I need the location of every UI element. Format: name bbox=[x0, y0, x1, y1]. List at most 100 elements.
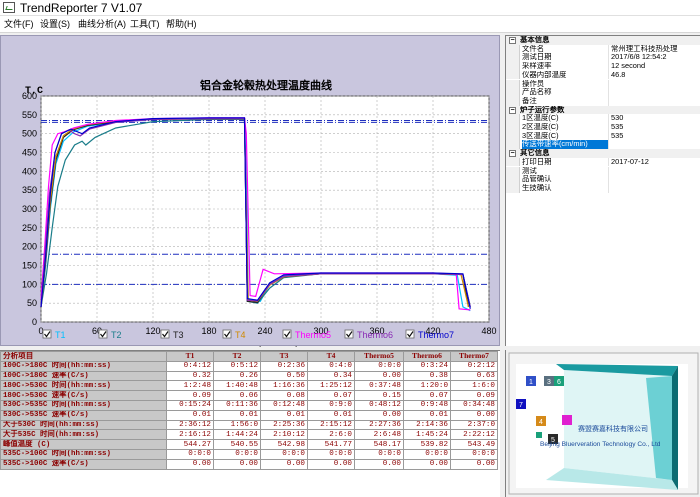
menu-help[interactable]: 帮助(H) bbox=[166, 16, 197, 33]
table-cell: 0.01 bbox=[166, 409, 214, 421]
table-cell: 2:22:12 bbox=[450, 429, 498, 441]
property-value[interactable]: 2017/6/8 12:54:2 bbox=[611, 53, 700, 62]
table-cell: 0.00 bbox=[450, 458, 498, 470]
table-header-sensor[interactable]: T2 bbox=[213, 351, 261, 362]
property-gutter bbox=[506, 96, 520, 106]
title-bar: TrendReporter 7 V1.07 bbox=[0, 0, 700, 16]
table-cell: 0:2:12 bbox=[450, 360, 498, 372]
table-cell: 0.34 bbox=[307, 370, 355, 382]
table-row[interactable]: 峰值温度 (C) 544.27 540.55 542.98 541.77 548.17 53… bbox=[0, 439, 498, 450]
menu-settings[interactable]: 设置(S) bbox=[40, 16, 70, 33]
property-row[interactable]: 测试日期 2017/6/8 12:54:2 bbox=[506, 53, 700, 63]
table-row[interactable]: 530C->535C 时间(hh:mm:ss) 0:15:24 0:11:36 0:1… bbox=[0, 399, 498, 411]
app-chart-icon bbox=[3, 2, 15, 13]
legend-label[interactable]: Thermo5 bbox=[295, 330, 331, 340]
table-row[interactable]: 180C->530C 时间(hh:mm:ss) 1:2:48 1:40:48 1:16… bbox=[0, 380, 498, 392]
property-value[interactable]: 46.8 bbox=[611, 71, 700, 80]
table-row[interactable]: 100C->180C 速率(C/s) 0.32 0.26 0.50 0.34 0.00 0.… bbox=[0, 370, 498, 382]
property-divider bbox=[608, 166, 609, 176]
y-tick-label: 500 bbox=[22, 129, 37, 139]
table-cell: 1:45:24 bbox=[403, 429, 451, 441]
property-divider bbox=[608, 96, 609, 106]
property-category-label: 其它信息 bbox=[520, 149, 550, 158]
property-value[interactable]: 535 bbox=[611, 132, 700, 141]
table-cell: 0.15 bbox=[354, 390, 404, 401]
property-value[interactable]: 535 bbox=[611, 123, 700, 132]
table-row[interactable]: 100C->180C 时间(hh:mm:ss) 0:4:12 0:5:12 0:2:3… bbox=[0, 360, 498, 372]
block-7-label: 7 bbox=[519, 402, 523, 409]
property-row[interactable]: 打印日期 2017-07-12 bbox=[506, 157, 700, 167]
table-cell: 0.06 bbox=[213, 390, 261, 401]
menu-curve-analysis[interactable]: 曲线分析(A) bbox=[78, 16, 126, 33]
menu-file[interactable]: 文件(F) bbox=[4, 16, 34, 33]
table-row-label: 530C->535C 速率(C/s) bbox=[0, 409, 167, 421]
table-header-sensor[interactable]: Thermo6 bbox=[403, 351, 451, 362]
collapse-toggle-icon[interactable]: − bbox=[509, 150, 516, 158]
table-header-sensor[interactable]: T4 bbox=[307, 351, 355, 362]
app-window: TrendReporter 7 V1.07 文件(F) 设置(S) 曲线分析(A… bbox=[0, 0, 700, 497]
table-row[interactable]: 530C->535C 速率(C/s) 0.01 0.01 0.01 0.01 0.00 0.… bbox=[0, 409, 498, 421]
legend-label[interactable]: Thermo6 bbox=[357, 330, 393, 340]
legend-label[interactable]: T3 bbox=[173, 330, 184, 340]
table-cell: 0.00 bbox=[166, 458, 214, 470]
property-key: 采样速率 bbox=[522, 62, 552, 71]
table-cell: 0:9:0 bbox=[307, 399, 355, 411]
table-header-sensor[interactable]: T1 bbox=[166, 351, 214, 362]
property-row[interactable]: 3区温度(C) 535 bbox=[506, 131, 700, 141]
table-cell: 0:12:48 bbox=[260, 399, 308, 411]
y-tick-label: 350 bbox=[22, 185, 37, 195]
property-gutter bbox=[506, 123, 520, 132]
property-row[interactable]: 传送带速率(cm/min) bbox=[506, 140, 700, 150]
property-row[interactable]: 1区温度(C) 530 bbox=[506, 114, 700, 123]
property-row[interactable]: 仪器内部温度 46.8 bbox=[506, 70, 700, 80]
property-divider bbox=[608, 44, 609, 54]
property-value[interactable]: 2017-07-12 bbox=[611, 158, 700, 167]
table-row[interactable]: 180C->530C 速率(C/s) 0.09 0.06 0.08 0.07 0.15 0.… bbox=[0, 390, 498, 401]
property-row[interactable]: 操作员 bbox=[506, 79, 700, 89]
table-cell: 1:20:0 bbox=[403, 380, 451, 392]
property-row[interactable]: 产品名称 bbox=[506, 88, 700, 97]
property-value[interactable]: 530 bbox=[611, 114, 700, 123]
property-gutter bbox=[506, 140, 520, 150]
window-title: TrendReporter 7 V1.07 bbox=[20, 1, 143, 15]
property-divider bbox=[608, 62, 609, 71]
property-category-label: 基本信息 bbox=[520, 36, 550, 44]
table-header-sensor[interactable]: Thermo5 bbox=[354, 351, 404, 362]
legend-label[interactable]: T4 bbox=[235, 330, 246, 340]
property-category[interactable]: − 其它信息 bbox=[506, 149, 700, 158]
menu-tools[interactable]: 工具(T) bbox=[130, 16, 160, 33]
property-category[interactable]: − 基本信息 bbox=[506, 36, 700, 45]
table-header-item[interactable]: 分析项目 bbox=[0, 351, 167, 362]
property-row[interactable]: 品管确认 bbox=[506, 175, 700, 184]
table-cell: 0:0:0 bbox=[307, 448, 355, 460]
property-row[interactable]: 文件名 常州理工科技热处理 bbox=[506, 44, 700, 54]
property-category[interactable]: − 炉子运行参数 bbox=[506, 105, 700, 115]
table-cell: 0.26 bbox=[213, 370, 261, 382]
table-row-label: 180C->530C 时间(hh:mm:ss) bbox=[0, 380, 167, 392]
property-row[interactable]: 采样速率 12 second bbox=[506, 62, 700, 71]
table-cell: 1:2:48 bbox=[166, 380, 214, 392]
y-tick-label: 400 bbox=[22, 166, 37, 176]
company-name-en: Beijing Bluerveration Technology Co., Lt… bbox=[540, 441, 661, 448]
collapse-toggle-icon[interactable]: − bbox=[509, 106, 516, 114]
property-row[interactable]: 2区温度(C) 535 bbox=[506, 123, 700, 132]
table-row[interactable]: 大于530C 时间(hh:mm:ss) 2:36:12 1:56:0 2:25:36 2… bbox=[0, 419, 498, 431]
preview-panel: 1 3 6 7 4 5 赛盟赛嘉科技有限公司 Beijing Bluervera… bbox=[505, 350, 700, 497]
table-row-label: 峰值温度 (C) bbox=[0, 439, 167, 450]
property-row[interactable]: 备注 bbox=[506, 96, 700, 106]
legend-label[interactable]: T2 bbox=[111, 330, 122, 340]
table-header-sensor[interactable]: Thermo7 bbox=[450, 351, 498, 362]
legend-label[interactable]: T1 bbox=[55, 330, 66, 340]
legend-label[interactable]: Thermo7 bbox=[418, 330, 454, 340]
property-row[interactable]: 生技确认 bbox=[506, 183, 700, 193]
table-row[interactable]: 535C->100C 时间(hh:mm:ss) 0:0:0 0:0:0 0:0:0 0:… bbox=[0, 448, 498, 460]
property-value[interactable]: 常州理工科技热处理 bbox=[611, 45, 700, 54]
property-row[interactable]: 测试 bbox=[506, 166, 700, 176]
property-value[interactable]: 12 second bbox=[611, 62, 700, 71]
table-row-label: 100C->180C 速率(C/s) bbox=[0, 370, 167, 382]
table-row[interactable]: 大于535C 时间(hh:mm:ss) 2:16:12 1:44:24 2:10:12… bbox=[0, 429, 498, 441]
table-row[interactable]: 535C->100C 速率(C/s) 0.00 0.00 0.00 0.00 0.00 0.… bbox=[0, 458, 498, 470]
collapse-toggle-icon[interactable]: − bbox=[509, 37, 516, 44]
table-cell: 539.82 bbox=[403, 439, 451, 450]
table-header-sensor[interactable]: T3 bbox=[260, 351, 308, 362]
